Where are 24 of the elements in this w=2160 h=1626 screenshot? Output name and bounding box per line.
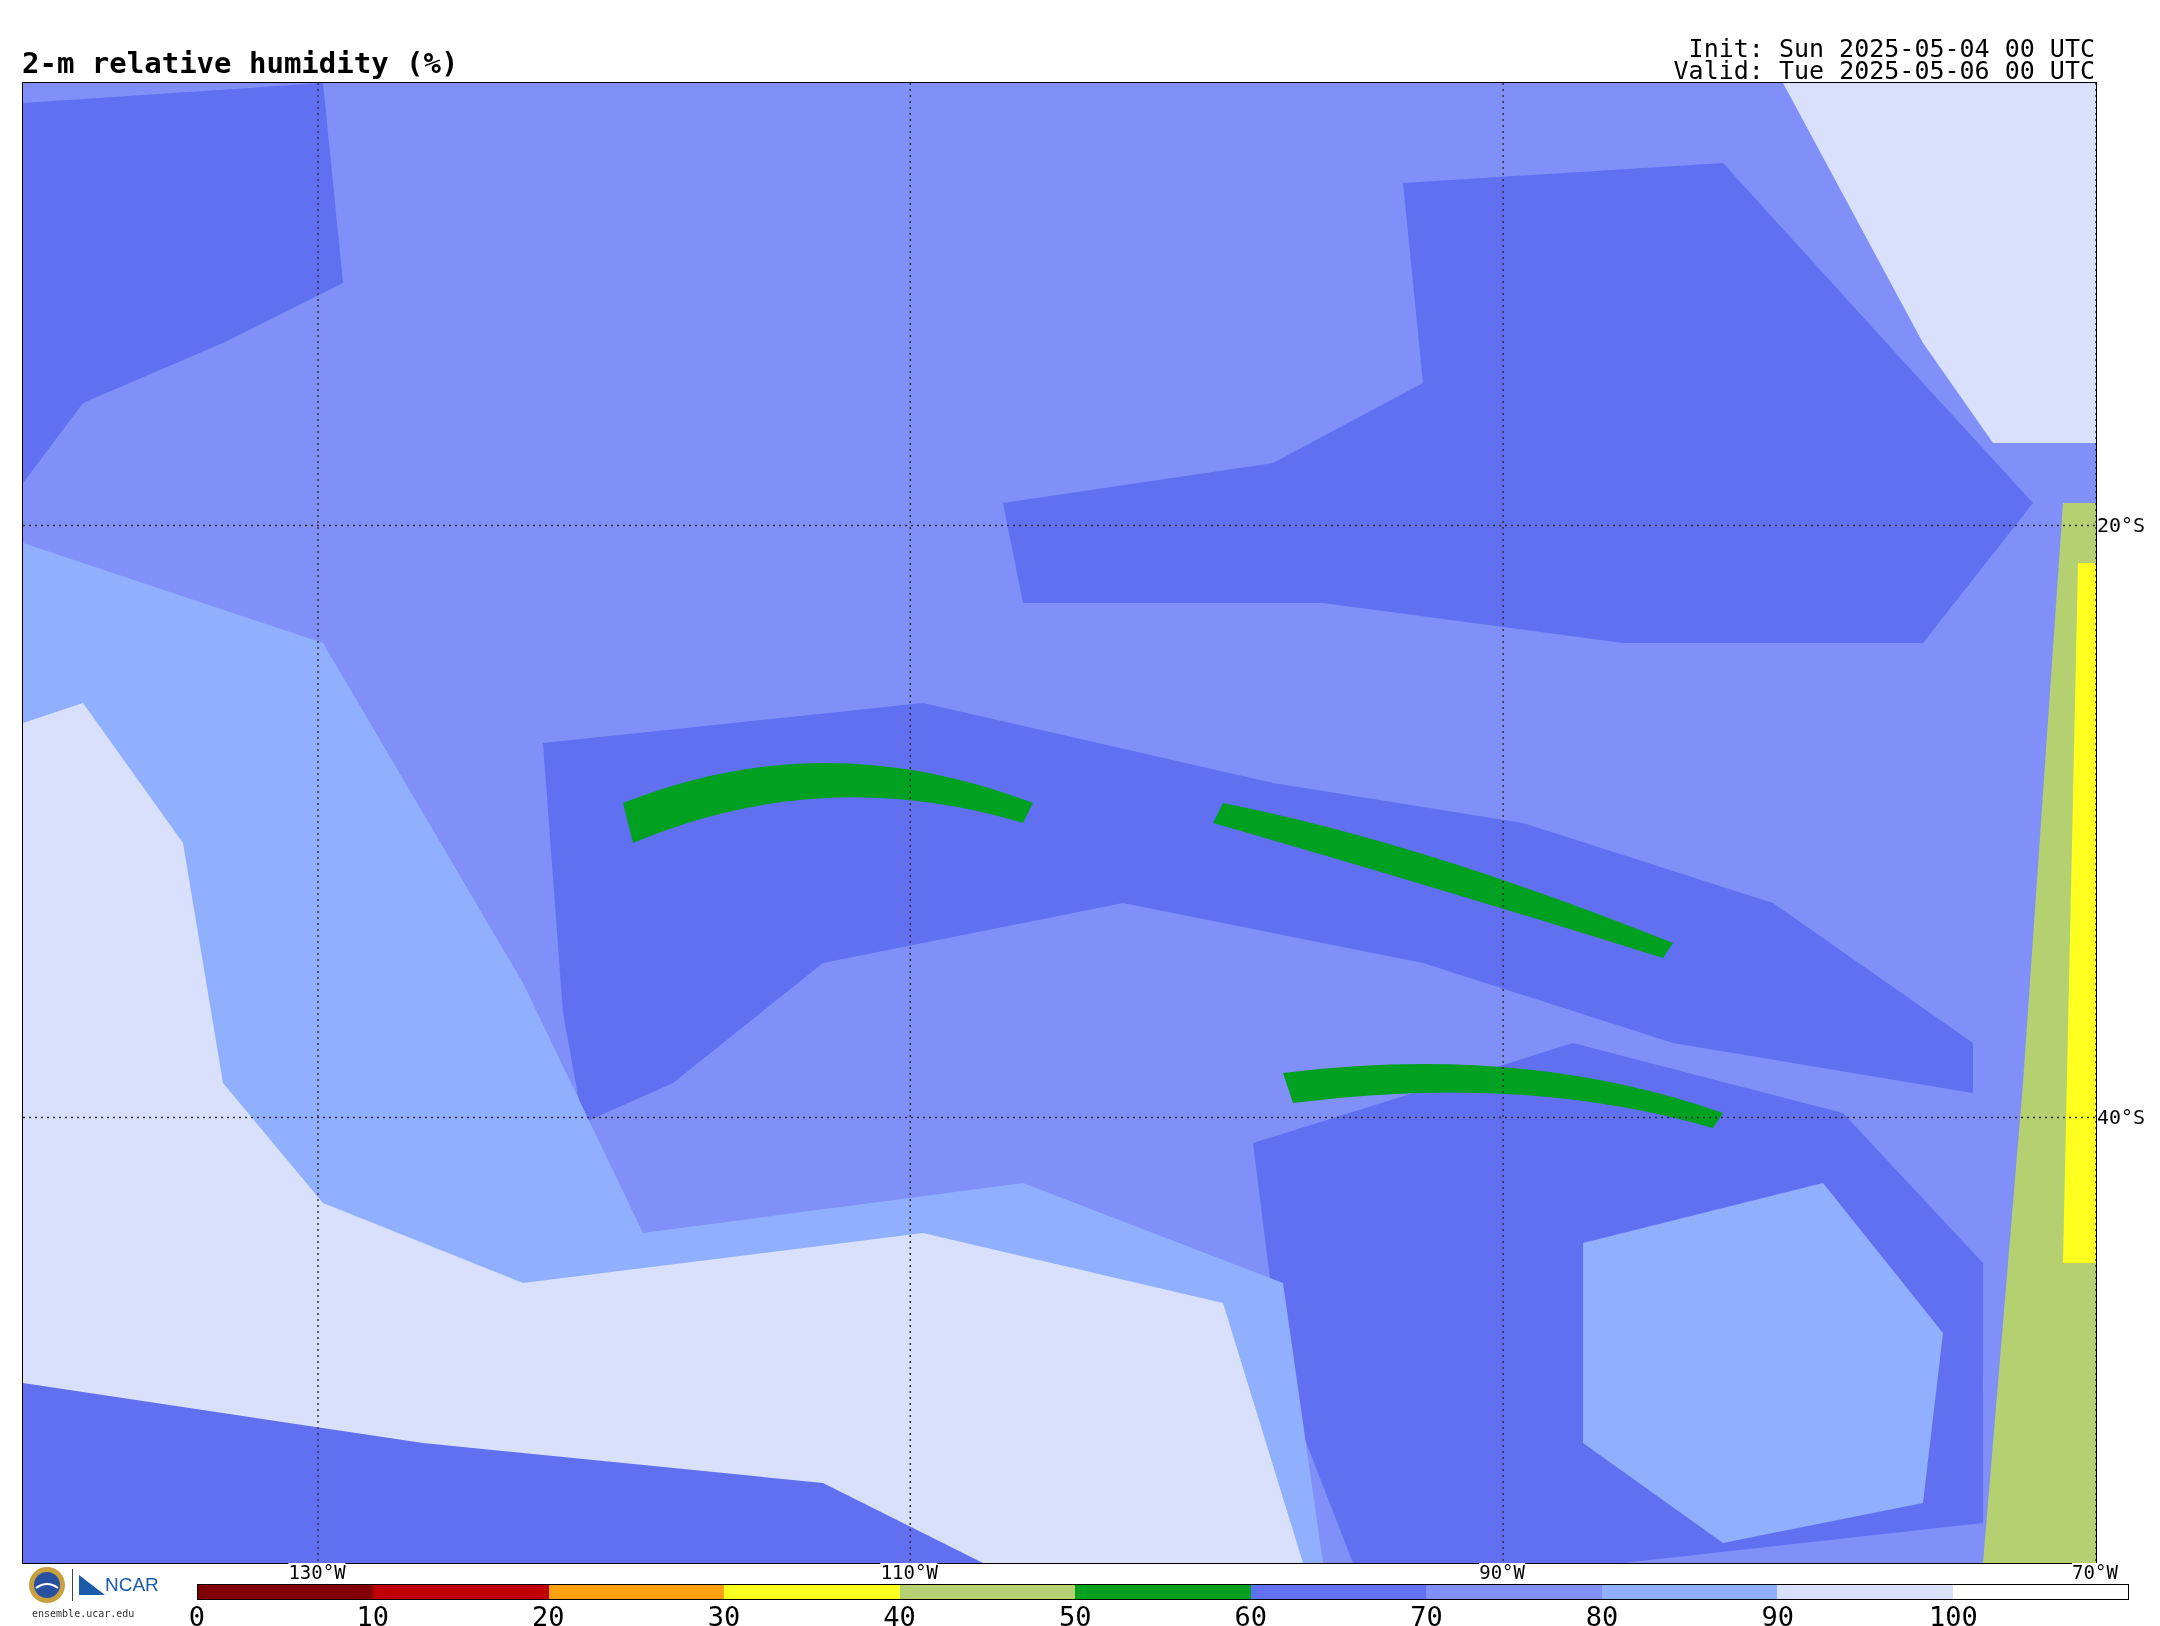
plot-title: 2-m relative humidity (%): [22, 49, 459, 82]
scale-label: 30: [707, 1602, 741, 1626]
valid-time: Valid: Tue 2025-05-06 00 UTC: [1673, 60, 2095, 82]
longitude-label: 130°W: [288, 1563, 346, 1582]
scale-label: 40: [883, 1602, 916, 1626]
ncar-logo-icon: [79, 1575, 105, 1595]
scale-label: 50: [1058, 1602, 1092, 1626]
scale-label: 20: [532, 1602, 565, 1626]
globe-logo-icon: [28, 1566, 66, 1604]
longitude-label: 90°W: [1479, 1563, 1525, 1582]
longitude-label: 70°W: [2072, 1563, 2118, 1582]
website-url: ensemble.ucar.edu: [32, 1608, 135, 1619]
longitude-label: 110°W: [880, 1563, 938, 1582]
scale-label: 60: [1234, 1602, 1268, 1626]
scale-label: 0: [188, 1602, 206, 1626]
scale-label: 90: [1761, 1602, 1794, 1626]
latitude-label: 40°S: [2097, 1104, 2146, 1129]
scale-label: 100: [1929, 1602, 1978, 1626]
scale-label: 70: [1410, 1602, 1443, 1626]
init-time: Init: Sun 2025-05-04 00 UTC: [1688, 38, 2095, 60]
latitude-label: 20°S: [2097, 512, 2146, 537]
scale-label: 80: [1585, 1602, 1619, 1626]
ncar-logo-text: NCAR: [105, 1574, 159, 1596]
scale-label: 10: [356, 1602, 389, 1626]
